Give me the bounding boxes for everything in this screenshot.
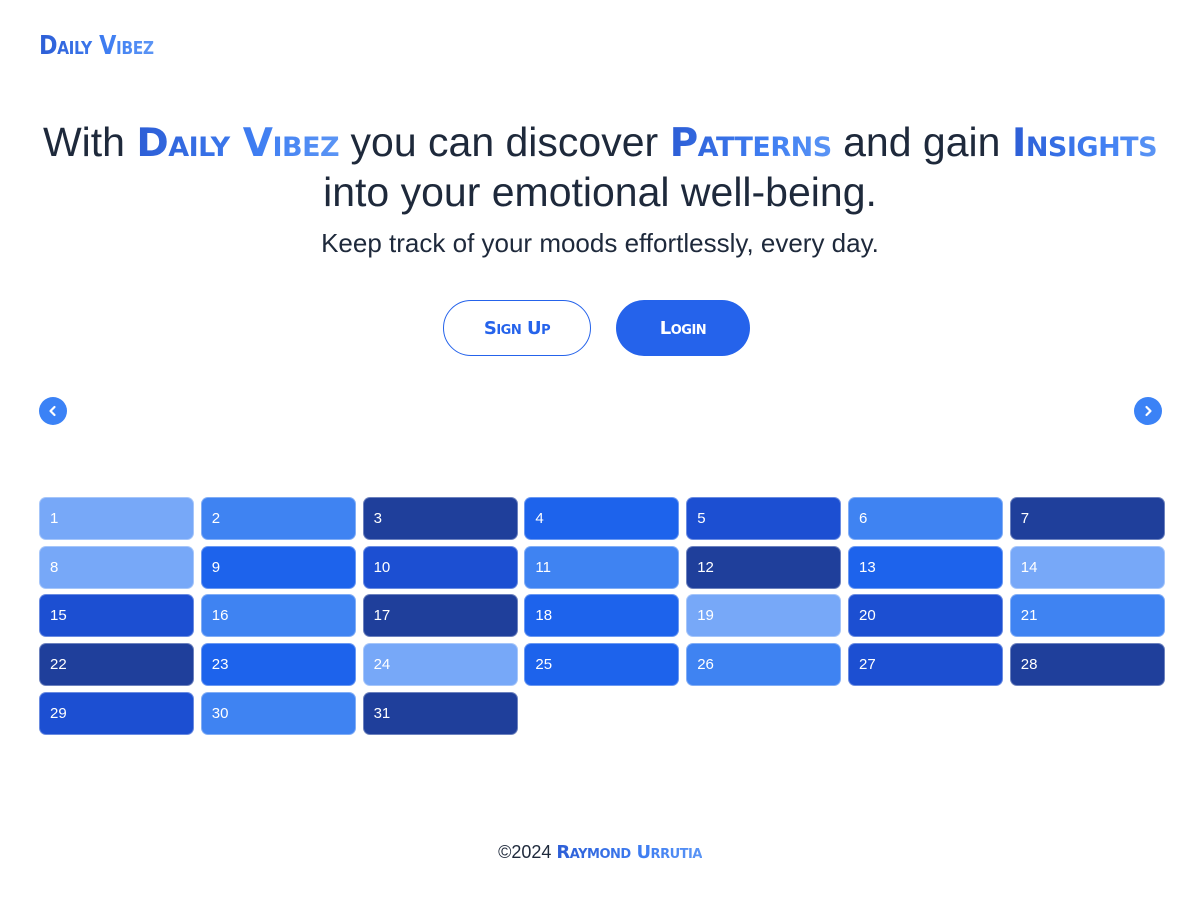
calendar-day[interactable]: 23 [200,643,356,687]
calendar-day[interactable]: 2 [200,497,356,540]
calendar-day[interactable]: 25 [524,643,680,687]
calendar-day[interactable]: 24 [362,643,518,687]
footer-author-link[interactable]: Raymond Urrutia [556,842,702,863]
calendar-day[interactable]: 26 [686,643,842,687]
calendar-day[interactable]: 31 [362,691,518,735]
calendar-day[interactable]: 19 [686,594,842,638]
calendar-day[interactable]: 8 [39,545,194,589]
headline-emphasis-insights: Insights [1011,121,1158,166]
calendar-day[interactable]: 4 [524,497,680,540]
footer: ©2024 Raymond Urrutia [0,840,1200,865]
login-button[interactable]: Login [616,300,750,356]
calendar-day[interactable]: 5 [686,497,842,540]
headline-brand: Daily Vibez [136,121,340,166]
calendar-day[interactable]: 21 [1009,594,1165,638]
calendar-day[interactable]: 20 [847,594,1003,638]
calendar-day[interactable]: 29 [39,691,194,735]
calendar-day[interactable]: 7 [1009,497,1165,540]
calendar-day[interactable]: 28 [1009,643,1165,687]
calendar-day[interactable]: 14 [1009,545,1165,589]
month-label: December 2024 [501,395,699,430]
calendar-day[interactable]: 17 [362,594,518,638]
hero-subtitle: Keep track of your moods effortlessly, e… [321,228,879,258]
calendar-day[interactable]: 1 [39,497,194,540]
chevron-right-icon [1145,405,1152,417]
hero-headline: With Daily Vibez you can discover Patter… [0,118,1200,216]
headline-line2: into your emotional well-being. [323,169,877,215]
headline-part1: With [42,119,137,165]
calendar-day[interactable]: 15 [39,594,194,638]
calendar-day[interactable]: 11 [524,545,680,589]
calendar-day[interactable]: 3 [362,497,518,540]
calendar-day[interactable]: 16 [200,594,356,638]
calendar-day[interactable]: 6 [847,497,1003,540]
calendar-day[interactable]: 27 [847,643,1003,687]
headline-part2: you can discover [339,119,670,165]
calendar-day[interactable]: 12 [686,545,842,589]
footer-copyright: ©2024 [498,842,552,862]
calendar-day[interactable]: 13 [847,545,1003,589]
next-month-button[interactable] [1134,397,1162,425]
calendar-day[interactable]: 9 [200,545,356,589]
calendar-day[interactable]: 22 [39,643,194,687]
calendar-day[interactable]: 18 [524,594,680,638]
headline-part3: and gain [831,119,1012,165]
month-title: December 2024 [0,394,1200,432]
calendar-day[interactable]: 10 [362,545,518,589]
calendar-day[interactable]: 30 [200,691,356,735]
calendar-grid: 1 2 3 4 5 6 7 8 9 10 11 12 13 14 15 16 17 18 19 20 21 22 23 24 2… [39,497,1165,735]
headline-emphasis-patterns: Patterns [669,121,833,166]
signup-button[interactable]: Sign Up [443,300,591,356]
brand-logo[interactable]: Daily Vibez [39,30,154,62]
